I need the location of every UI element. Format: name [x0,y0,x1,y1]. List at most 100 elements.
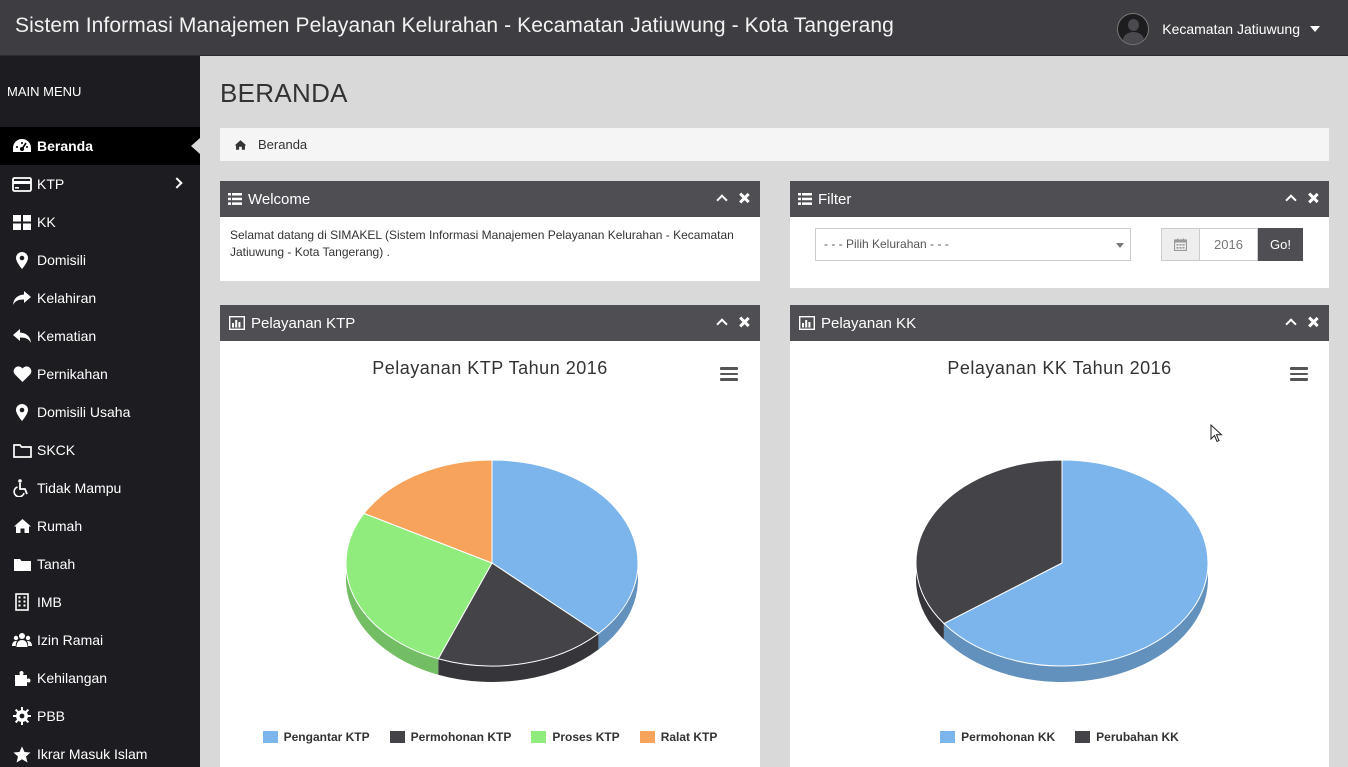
close-icon[interactable] [1307,192,1319,204]
user-name: Kecamatan Jatiuwung [1162,21,1300,37]
heart-icon [12,364,32,384]
share-icon [12,288,32,308]
sidebar-item-kematian[interactable]: Kematian [0,317,200,355]
legend-swatch [389,731,405,743]
legend-swatch [531,731,547,743]
user-avatar-icon [1117,13,1150,45]
user-menu-dropdown[interactable]: Kecamatan Jatiuwung [1117,13,1320,45]
sidebar-item-label: KTP [37,176,65,192]
panel-title: Welcome [248,190,311,208]
sidebar-item-label: Pernikahan [37,366,108,382]
sidebar-item-skck[interactable]: SKCK [0,431,200,469]
sidebar-menu: Beranda KTP KK Domisili Kelahiran Kemati… [0,127,200,767]
mouse-cursor-icon [1210,424,1223,443]
sidebar-item-label: SKCK [37,442,76,458]
sidebar-item-label: Kehilangan [37,670,108,686]
main-menu-heading: MAIN MENU [7,84,82,99]
kk-panel-header: Pelayanan KK [790,305,1329,341]
caret-down-icon [1310,26,1320,32]
close-icon[interactable] [738,316,750,328]
legend-swatch [940,731,956,743]
puzzle-icon [12,668,32,688]
sidebar-item-label: Beranda [37,138,94,154]
sidebar-item-ikrar-masuk-islam[interactable]: Ikrar Masuk Islam [0,735,200,767]
legend-item[interactable]: Permohonan KTP [389,730,511,744]
legend-label: Pengantar KTP [283,730,370,744]
legend-label: Proses KTP [552,730,620,744]
top-navbar: Sistem Informasi Manajemen Pelayanan Kel… [0,0,1348,56]
welcome-panel-header: Welcome [220,181,760,217]
reply-icon [12,326,32,346]
year-input[interactable]: 2016 [1199,228,1258,261]
sidebar-item-label: KK [37,214,56,230]
legend-swatch [262,731,278,743]
sidebar: MAIN MENU Beranda KTP KK Domisili Kelahi… [0,56,200,767]
folder-icon [12,554,32,574]
home-icon[interactable] [234,139,247,151]
collapse-icon[interactable] [716,194,728,206]
legend-item[interactable]: Pengantar KTP [262,730,370,744]
sidebar-item-label: PBB [37,708,66,724]
app-title: Sistem Informasi Manajemen Pelayanan Kel… [15,14,894,37]
sidebar-item-label: IMB [37,594,62,610]
wheelchair-icon [12,478,32,498]
bar-chart-icon [229,316,245,330]
breadcrumb-item-beranda[interactable]: Beranda [258,137,307,152]
sidebar-item-imb[interactable]: IMB [0,583,200,621]
legend-label: Perubahan KK [1096,730,1179,744]
sidebar-item-rumah[interactable]: Rumah [0,507,200,545]
kk-chart-legend: Permohonan KK Perubahan KK [790,730,1329,744]
sidebar-item-kehilangan[interactable]: Kehilangan [0,659,200,697]
ktp-chart-legend: Pengantar KTP Permohonan KTP Proses KTP Ral… [220,730,760,744]
breadcrumb: Beranda [220,128,1329,161]
map-marker-icon [12,402,32,422]
ktp-pie-chart [345,459,639,682]
legend-item[interactable]: Perubahan KK [1075,730,1179,744]
kk-pie-chart [915,459,1209,682]
collapse-icon[interactable] [716,318,728,330]
close-icon[interactable] [738,192,750,204]
building-icon [12,592,32,612]
sidebar-item-izin-ramai[interactable]: Izin Ramai [0,621,200,659]
kelurahan-select[interactable]: - - - Pilih Kelurahan - - - [815,228,1131,261]
sidebar-item-tidak-mampu[interactable]: Tidak Mampu [0,469,200,507]
close-icon[interactable] [1307,316,1319,328]
legend-item[interactable]: Proses KTP [531,730,620,744]
sidebar-item-label: Tanah [37,556,76,572]
dashboard-icon [12,136,32,156]
sidebar-item-label: Tidak Mampu [37,480,122,496]
chevron-right-icon [171,177,183,189]
sidebar-item-tanah[interactable]: Tanah [0,545,200,583]
ktp-chart-panel: Pelayanan KTP Pelayanan KTP Tahun 2016 P… [220,305,760,767]
sidebar-item-pbb[interactable]: PBB [0,697,200,735]
kk-chart-panel: Pelayanan KK Pelayanan KK Tahun 2016 Per… [790,305,1329,767]
star-icon [12,744,32,764]
cog-icon [12,706,32,726]
legend-swatch [1075,731,1091,743]
panel-title: Filter [818,190,852,208]
sidebar-item-kk[interactable]: KK [0,203,200,241]
sidebar-item-kelahiran[interactable]: Kelahiran [0,279,200,317]
go-button[interactable]: Go! [1258,228,1303,261]
legend-swatch [639,731,655,743]
calendar-icon [1161,228,1199,261]
dropdown-arrow-icon [1116,243,1124,248]
welcome-text: Selamat datang di SIMAKEL (Sistem Inform… [230,228,734,259]
sidebar-item-domisili-usaha[interactable]: Domisili Usaha [0,393,200,431]
collapse-icon[interactable] [1285,194,1297,206]
sidebar-item-domisili[interactable]: Domisili [0,241,200,279]
ktp-chart-area: Pelayanan KTP Tahun 2016 Pengantar KTP Pe… [220,341,760,767]
panel-title: Pelayanan KK [821,314,917,332]
filter-panel: Filter - - - Pilih Kelurahan - - - 2016 … [790,181,1329,288]
sidebar-item-beranda[interactable]: Beranda [0,127,200,165]
legend-item[interactable]: Permohonan KK [940,730,1055,744]
folder-open-icon [12,440,32,460]
sidebar-item-pernikahan[interactable]: Pernikahan [0,355,200,393]
users-icon [12,630,32,650]
legend-item[interactable]: Ralat KTP [639,730,717,744]
welcome-panel: Welcome Selamat datang di SIMAKEL (Siste… [220,181,760,281]
list-icon [228,193,242,205]
collapse-icon[interactable] [1285,318,1297,330]
sidebar-item-label: Rumah [37,518,83,534]
sidebar-item-ktp[interactable]: KTP [0,165,200,203]
